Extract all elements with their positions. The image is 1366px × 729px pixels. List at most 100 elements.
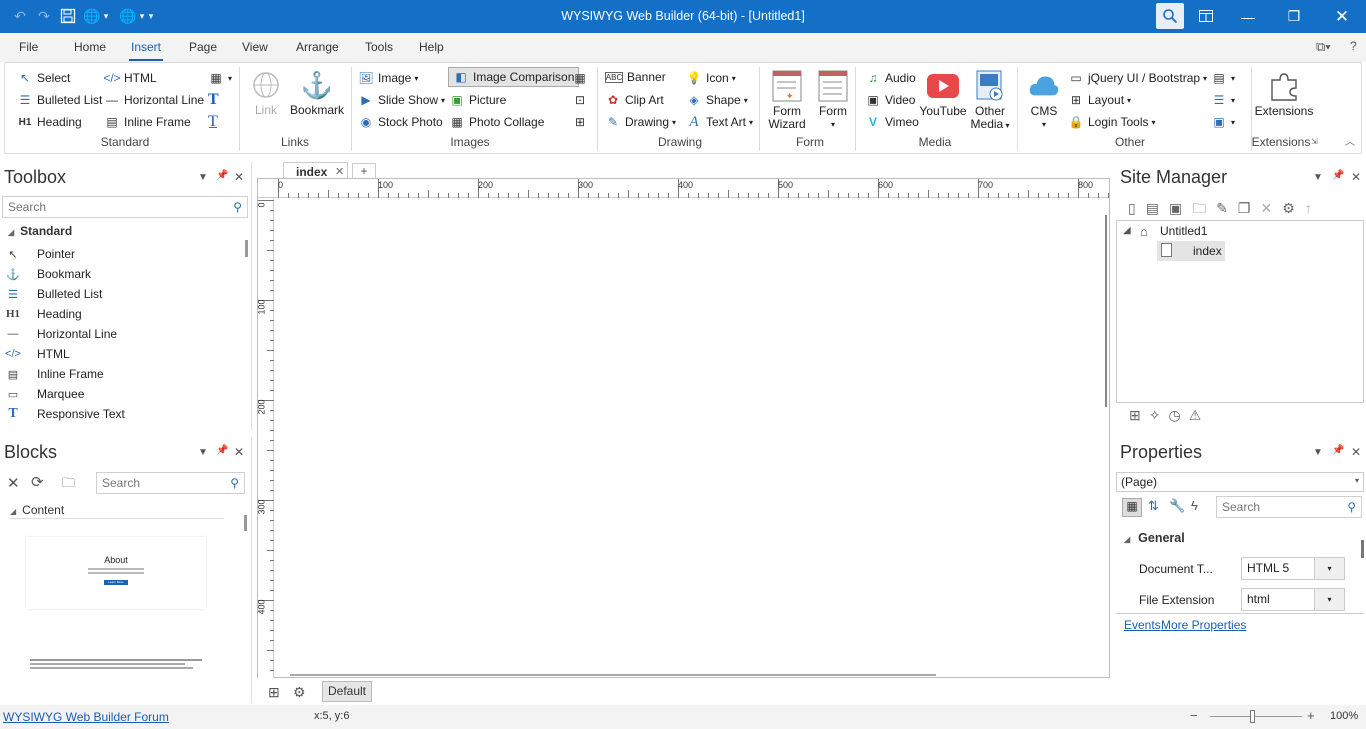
table-button[interactable]: ▦ ▾ (208, 70, 232, 86)
menu-insert[interactable]: Insert (128, 40, 164, 61)
blocks-scrollbar[interactable] (244, 515, 247, 531)
image-button[interactable]: 🖼 Image ▾ (358, 70, 418, 86)
form-wizard-button[interactable]: ✦ Form Wizard (765, 70, 809, 131)
design-canvas[interactable]: 0 100 200 300 400 500 600 700 800 0 100 … (257, 178, 1110, 678)
toolbox-item-html[interactable]: </> HTML (5, 344, 70, 364)
wrench-icon[interactable]: 🔧 (1169, 498, 1185, 514)
list-tools-icon[interactable]: ☰ ▾ (1211, 92, 1235, 108)
horizontal-line-button[interactable]: — Horizontal Line (104, 92, 204, 108)
layout-button[interactable]: ⊞ Layout ▾ (1068, 92, 1131, 108)
delete-block-icon[interactable]: ✕ (7, 474, 20, 492)
form-button[interactable]: Form ▾ (811, 70, 855, 131)
heading-button[interactable]: H1 Heading (17, 114, 82, 130)
pin-icon[interactable]: 📌 (216, 170, 228, 181)
toolbox-item-horizontal-line[interactable]: — Horizontal Line (5, 324, 118, 344)
vertical-scrollbar[interactable] (1105, 215, 1107, 407)
login-tools-button[interactable]: 🔒 Login Tools ▾ (1068, 114, 1156, 130)
icon-button[interactable]: 💡 Icon ▾ (686, 70, 736, 86)
panel-dropdown-icon[interactable]: ▼ (198, 172, 208, 183)
extensions-button[interactable]: Extensions (1255, 70, 1313, 118)
image-comparison-button[interactable]: ◧ Image Comparison (448, 67, 580, 87)
edit-icon[interactable]: ✎ (1216, 200, 1238, 216)
clip-art-button[interactable]: ✿ Clip Art (605, 92, 664, 108)
blocks-category-content[interactable]: ◢ Content (10, 503, 64, 517)
image-text-icon[interactable]: ⊞ (572, 114, 592, 130)
block-thumbnail-about[interactable]: About Learn More (26, 537, 206, 609)
video-button[interactable]: ▣ Video (865, 92, 915, 108)
select-button[interactable]: ↖ Select (17, 70, 70, 86)
tree-item-index[interactable]: index (1157, 241, 1225, 261)
file-extension-select[interactable]: html ▾ (1241, 588, 1345, 611)
blocks-search-input[interactable]: Search ⚲ (96, 472, 245, 494)
expand-icon[interactable]: ◢ (1123, 225, 1131, 236)
youtube-button[interactable]: YouTube (919, 70, 967, 118)
toolbox-category-standard[interactable]: ◢ Standard (8, 224, 72, 238)
page-template-icon[interactable]: ▣ (1169, 200, 1192, 216)
chevron-down-icon[interactable]: ▾ (1314, 558, 1344, 579)
cms-button[interactable]: CMS ▾ (1025, 70, 1063, 131)
ribbon-display-icon[interactable] (1196, 6, 1216, 26)
delete-icon[interactable]: ✕ (1260, 200, 1282, 216)
pin-icon[interactable]: 📌 (1332, 170, 1344, 181)
forum-link[interactable]: WYSIWYG Web Builder Forum (3, 710, 169, 724)
refresh-icon[interactable]: ⟳ (31, 473, 44, 491)
tree-root-label[interactable]: Untitled1 (1160, 224, 1207, 238)
menu-view[interactable]: View (242, 40, 268, 54)
slide-show-button[interactable]: ▶ Slide Show ▾ (358, 92, 445, 108)
toolbox-scrollbar[interactable] (245, 240, 248, 257)
categorized-icon[interactable]: ▦ (1122, 498, 1142, 517)
events-icon[interactable]: ϟ (1191, 498, 1198, 513)
toolbox-item-responsive-text[interactable]: T Responsive Text (5, 404, 125, 424)
zoom-slider-thumb[interactable] (1250, 710, 1255, 723)
duplicate-icon[interactable]: ❐ (1238, 200, 1261, 216)
properties-section-general[interactable]: ◢ General (1124, 531, 1185, 545)
toolbox-item-inline-frame[interactable]: ▤ Inline Frame (5, 364, 104, 384)
chevron-down-icon[interactable]: ▾ (1314, 589, 1344, 610)
bulleted-list-button[interactable]: ☰ Bulleted List (17, 92, 103, 108)
properties-search-input[interactable]: Search ⚲ (1216, 496, 1362, 518)
add-tab-button[interactable]: + (352, 163, 376, 179)
add-page-icon[interactable]: ⊞ (268, 684, 280, 701)
responsive-text-icon[interactable]: T̲ (208, 113, 218, 131)
close-button[interactable]: ✕ (1319, 0, 1365, 33)
toolbox-item-bulleted-list[interactable]: ☰ Bulleted List (5, 284, 102, 304)
warning-icon[interactable]: ⚠ (1189, 407, 1210, 423)
horizontal-scrollbar[interactable] (290, 674, 936, 676)
text-icon[interactable]: T (208, 91, 219, 109)
zoom-in-icon[interactable]: + (1307, 708, 1315, 723)
panel-dropdown-icon[interactable]: ▼ (1313, 447, 1323, 458)
search-icon[interactable] (1156, 3, 1184, 29)
new-page-icon[interactable]: ▯ (1128, 200, 1146, 216)
audio-button[interactable]: ♫ Audio (865, 70, 916, 86)
search-icon[interactable]: ⚲ (1347, 500, 1356, 514)
search-icon[interactable]: ⚲ (230, 476, 239, 490)
panel-dropdown-icon[interactable]: ▼ (1313, 172, 1323, 183)
more-properties-link[interactable]: More Properties (1161, 618, 1246, 632)
menu-home[interactable]: Home (74, 40, 106, 54)
page-settings-icon[interactable]: ⚙ (293, 684, 306, 701)
folder-icon[interactable]: 🗀 (62, 474, 75, 496)
dialog-launcher-icon[interactable]: ⇲ (1311, 137, 1318, 146)
help-icon[interactable]: ? (1350, 39, 1357, 53)
toolbox-item-heading[interactable]: H1 Heading (5, 304, 82, 324)
new-folder-icon[interactable]: 🗀 (1192, 200, 1216, 216)
menu-help[interactable]: Help (419, 40, 444, 54)
pin-icon[interactable]: 📌 (216, 445, 228, 456)
pin-icon[interactable]: ✧ (1149, 407, 1169, 423)
site-properties-icon[interactable]: ⚙ (1282, 200, 1305, 216)
toolbox-item-bookmark[interactable]: ⚓ Bookmark (5, 264, 91, 284)
close-panel-icon[interactable]: ✕ (1351, 445, 1361, 459)
banner-button[interactable]: ABC Banner (605, 70, 666, 84)
master-page-button[interactable]: Default (322, 681, 372, 702)
pin-icon[interactable]: 📌 (1332, 445, 1344, 456)
drawing-button[interactable]: ✎ Drawing ▾ (605, 114, 676, 130)
panel-dropdown-icon[interactable]: ▼ (198, 447, 208, 458)
photo-collage-button[interactable]: ▦ Photo Collage (449, 114, 544, 130)
page-properties-icon[interactable]: ▤ (1146, 200, 1169, 216)
vimeo-button[interactable]: V Vimeo (865, 114, 919, 130)
site-map-icon[interactable]: ⊞ (1129, 407, 1149, 423)
zoom-slider-track[interactable] (1210, 716, 1302, 717)
html-button[interactable]: </> HTML (103, 70, 156, 86)
clock-icon[interactable]: ◷ (1168, 407, 1188, 423)
object-selector[interactable]: (Page) ▾ (1116, 472, 1364, 492)
